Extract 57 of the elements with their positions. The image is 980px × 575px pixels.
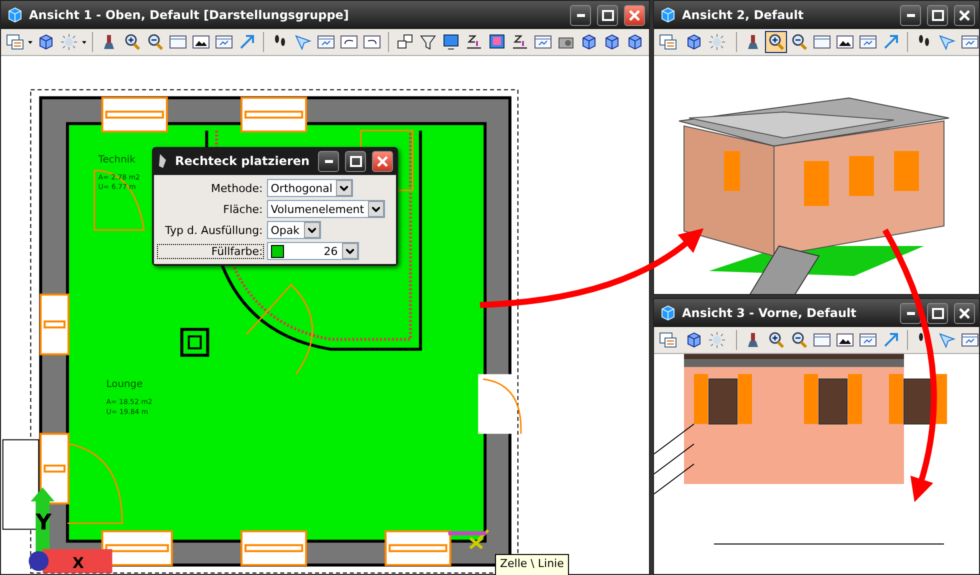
maximize-icon: [602, 10, 614, 20]
field-label: Methode:: [210, 182, 263, 194]
dropdown[interactable]: 26: [266, 242, 359, 260]
window-title: Ansicht 1 - Oben, Default [Darstellungsgruppe]: [29, 8, 350, 22]
dialog-title: Rechteck platzieren: [175, 154, 311, 168]
field-label: Füllfarbe:: [158, 244, 263, 258]
monitor-icon[interactable]: [441, 32, 461, 52]
dropdown-caret-icon[interactable]: [82, 40, 86, 44]
y-axis-label: Y: [36, 510, 52, 536]
cube-icon: [7, 7, 23, 23]
close-icon: [629, 10, 640, 20]
zoom-in-icon[interactable]: [766, 32, 786, 52]
dropdown-caret-icon: [346, 248, 354, 254]
close-button[interactable]: [954, 302, 975, 324]
window-list-icon[interactable]: [658, 32, 678, 52]
window-title: Ansicht 3 - Vorne, Default: [682, 306, 858, 320]
maximize-icon: [932, 308, 944, 318]
room-name: Technik: [98, 154, 136, 166]
window-list-icon[interactable]: [658, 330, 678, 350]
maximize-button[interactable]: [597, 4, 618, 26]
cursor-icon[interactable]: [937, 330, 957, 350]
minimize-icon: [906, 14, 914, 16]
maximize-icon: [932, 10, 944, 20]
dropdown-caret-icon[interactable]: [28, 40, 32, 44]
room-name: Lounge: [106, 379, 143, 390]
maximize-button[interactable]: [927, 4, 948, 26]
field-label: Fläche:: [222, 202, 263, 216]
dropdown[interactable]: Volumenelement: [266, 200, 386, 218]
maximize-icon: [350, 156, 362, 166]
window-list-icon[interactable]: [5, 32, 25, 52]
minimize-icon: [324, 160, 332, 162]
window-title: Ansicht 2, Default: [682, 8, 805, 22]
x-axis-label: X: [72, 554, 84, 572]
close-button[interactable]: [372, 150, 393, 172]
close-icon: [959, 10, 970, 20]
close-button[interactable]: [954, 4, 975, 26]
minimize-button[interactable]: [900, 4, 921, 26]
cursor-icon[interactable]: [293, 32, 313, 52]
field-label: Typ d. Ausfüllung:: [164, 224, 263, 236]
cube-icon: [660, 7, 676, 23]
close-icon: [377, 156, 388, 166]
minimize-button[interactable]: [570, 4, 591, 26]
tooltip: Zelle \ Linie: [495, 554, 569, 575]
minimize-icon: [906, 312, 914, 314]
dropdown[interactable]: Orthogonal: [266, 179, 354, 197]
dropdown-caret-icon: [340, 186, 348, 190]
dropdown-caret-icon: [372, 206, 380, 212]
maximize-button[interactable]: [345, 150, 366, 172]
minimize-button[interactable]: [318, 150, 339, 172]
close-icon: [959, 308, 970, 318]
maximize-button[interactable]: [927, 302, 948, 324]
dropdown[interactable]: Opak: [266, 221, 321, 239]
cursor-icon[interactable]: [937, 32, 957, 52]
minimize-icon: [576, 14, 584, 16]
cube-icon: [660, 305, 676, 321]
close-button[interactable]: [624, 4, 645, 26]
dropdown-caret-icon: [308, 228, 316, 232]
